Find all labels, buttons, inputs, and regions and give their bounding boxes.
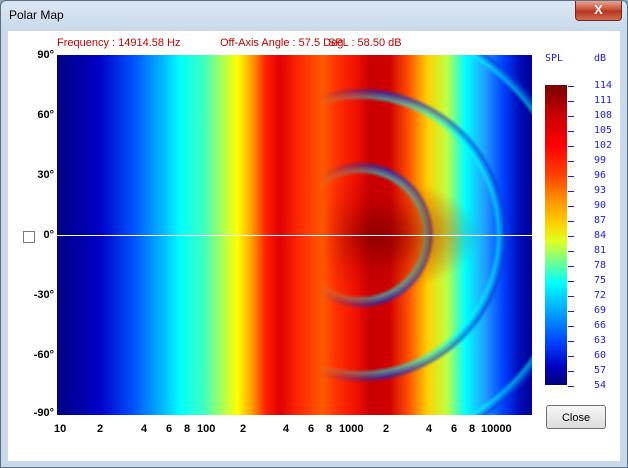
colorbar-tick — [568, 251, 574, 252]
colorbar-tick — [568, 191, 574, 192]
x-tick-label: 2 — [383, 423, 390, 435]
colorbar-tick — [568, 371, 574, 372]
colorbar-tick-label: 108 — [594, 110, 613, 121]
colorbar-tick-label: 54 — [594, 380, 607, 391]
colorbar-tick-label: 114 — [594, 80, 613, 91]
x-tick-label: 6 — [308, 423, 315, 435]
y-tick-label: 90° — [37, 49, 54, 61]
x-tick-label: 8 — [184, 423, 191, 435]
window-close-button[interactable]: X — [575, 1, 622, 21]
x-tick-label: 6 — [451, 423, 458, 435]
colorbar-tick-label: 60 — [594, 350, 607, 361]
colorbar-tick — [568, 296, 574, 297]
colorbar-tick-label: 93 — [594, 185, 607, 196]
colorbar-tick — [568, 146, 574, 147]
colorbar-tick — [568, 386, 574, 387]
colorbar-tick — [568, 131, 574, 132]
colorbar-tick-label: 111 — [594, 95, 613, 106]
colorbar-tick — [568, 236, 574, 237]
frequency-readout: Frequency : 14914.58 Hz — [57, 37, 181, 49]
x-tick-label: 4 — [283, 423, 290, 435]
colorbar-tick — [568, 266, 574, 267]
zero-degree-line — [57, 235, 532, 236]
show-axis-checkbox[interactable] — [23, 231, 35, 243]
colorbar-tick-label: 96 — [594, 170, 607, 181]
x-tick-label: 1000 — [339, 423, 364, 435]
close-button[interactable]: Close — [546, 405, 606, 429]
x-tick-label: 100 — [197, 423, 216, 435]
y-tick-label: -90° — [33, 407, 54, 419]
x-tick-label: 2 — [97, 423, 104, 435]
off-axis-readout: Off-Axis Angle : 57.5 Deg — [220, 37, 344, 49]
x-tick-label: 10 — [54, 423, 67, 435]
colorbar-tick — [568, 86, 574, 87]
colorbar-tick-label: 78 — [594, 260, 607, 271]
colorbar-tick — [568, 341, 574, 342]
y-tick-label: 30° — [37, 169, 54, 181]
colorbar-header-db: dB — [594, 53, 607, 64]
x-tick-label: 10000 — [481, 423, 512, 435]
x-tick-label: 6 — [166, 423, 173, 435]
x-tick-label: 8 — [326, 423, 333, 435]
colorbar-tick — [568, 161, 574, 162]
colorbar-tick-label: 81 — [594, 245, 607, 256]
colorbar-tick — [568, 221, 574, 222]
window-title: Polar Map — [9, 8, 64, 22]
colorbar-tick-label: 87 — [594, 215, 607, 226]
colorbar-tick-label: 72 — [594, 290, 607, 301]
colorbar-tick — [568, 311, 574, 312]
colorbar-tick-label: 99 — [594, 155, 607, 166]
y-tick-label: -30° — [33, 289, 54, 301]
polar-map-window: Polar Map X Frequency : 14914.58 Hz Off-… — [0, 0, 628, 468]
x-tick-label: 4 — [426, 423, 433, 435]
colorbar-tick-label: 75 — [594, 275, 607, 286]
polar-map-plot[interactable] — [57, 55, 532, 415]
x-tick-label: 8 — [469, 423, 476, 435]
colorbar-tick — [568, 356, 574, 357]
spl-readout: SPL : 58.50 dB — [328, 37, 402, 49]
colorbar-tick — [568, 176, 574, 177]
colorbar-tick-label: 90 — [594, 200, 607, 211]
colorbar-tick-label: 57 — [594, 365, 607, 376]
colorbar-tick-label: 69 — [594, 305, 607, 316]
colorbar-tick-label: 66 — [594, 320, 607, 331]
colorbar-header-spl: SPL — [545, 53, 564, 64]
y-tick-label: -60° — [33, 349, 54, 361]
client-area: Frequency : 14914.58 Hz Off-Axis Angle :… — [8, 31, 620, 461]
colorbar-tick-label: 102 — [594, 140, 613, 151]
y-tick-label: 60° — [37, 109, 54, 121]
colorbar-tick-label: 105 — [594, 125, 613, 136]
x-tick-label: 4 — [141, 423, 148, 435]
colorbar-tick-label: 84 — [594, 230, 607, 241]
colorbar-tick — [568, 116, 574, 117]
colorbar-tick — [568, 206, 574, 207]
colorbar-tick — [568, 101, 574, 102]
x-tick-label: 2 — [240, 423, 247, 435]
spl-colorbar — [545, 85, 567, 385]
colorbar-tick-label: 63 — [594, 335, 607, 346]
colorbar-tick — [568, 326, 574, 327]
colorbar-tick — [568, 281, 574, 282]
